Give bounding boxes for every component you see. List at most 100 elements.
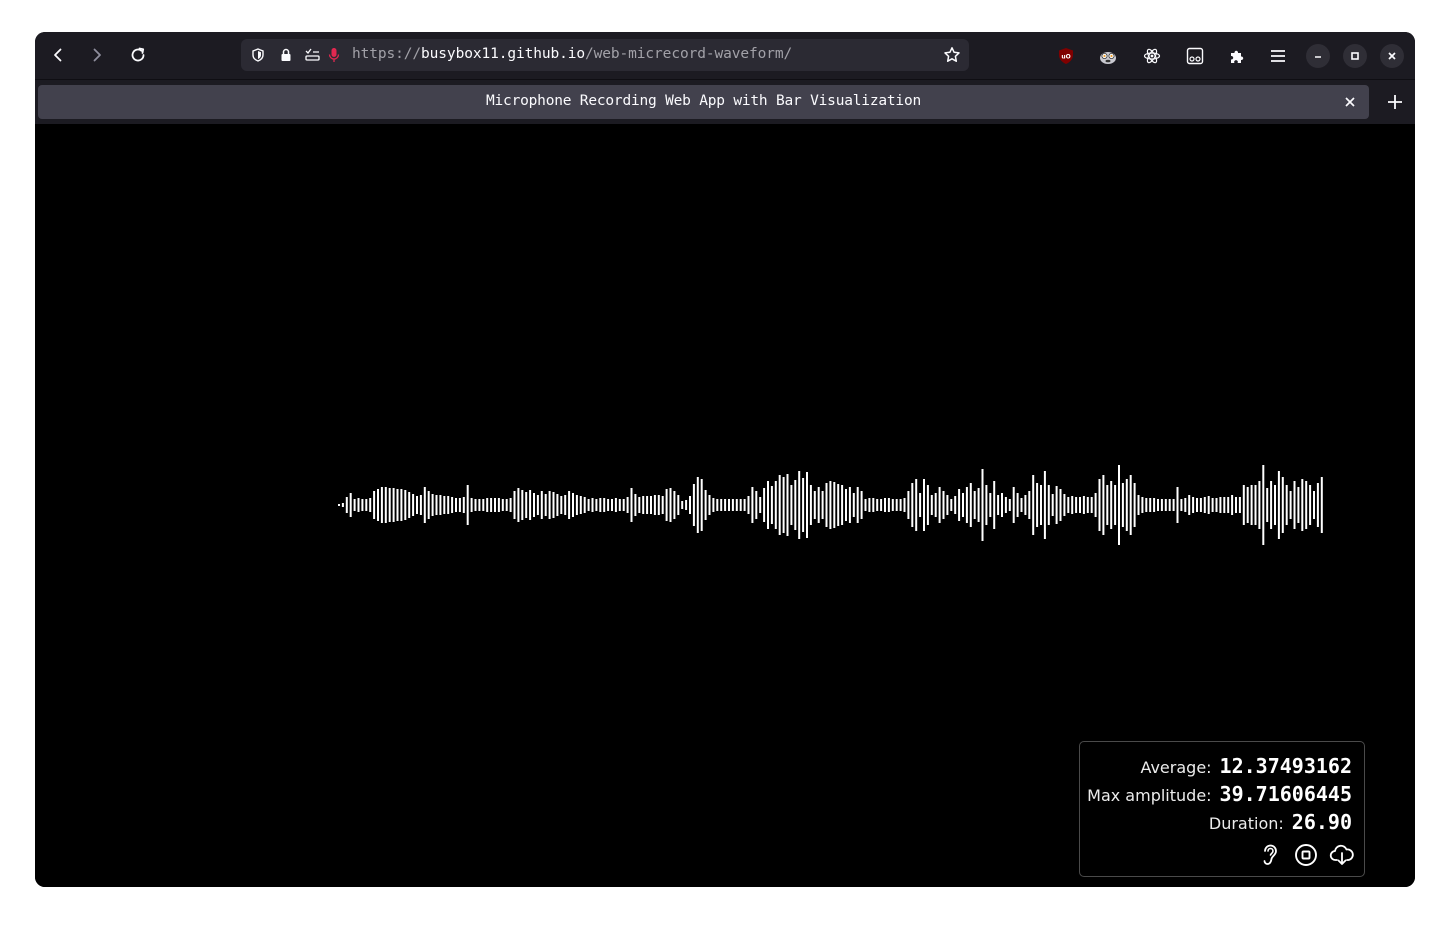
waveform-bar xyxy=(1168,499,1171,511)
tab-active[interactable]: Microphone Recording Web App with Bar Vi… xyxy=(38,85,1369,119)
waveform-bar xyxy=(946,495,949,515)
waveform-bar xyxy=(1316,483,1319,527)
permissions-icon[interactable] xyxy=(305,47,321,63)
waveform-bar xyxy=(938,487,941,523)
tab-close-icon[interactable] xyxy=(1341,93,1359,111)
waveform-bar xyxy=(708,495,711,515)
puzzle-extensions-icon[interactable] xyxy=(1225,44,1249,68)
waveform-bar xyxy=(338,504,340,506)
back-button[interactable] xyxy=(43,40,73,70)
waveform-bar xyxy=(700,479,703,531)
waveform-bar xyxy=(993,481,996,529)
duration-row: Duration: 26.90 xyxy=(1209,810,1352,834)
minimize-icon xyxy=(1315,56,1321,58)
waveform-bar xyxy=(1129,475,1132,535)
close-window-button[interactable] xyxy=(1380,44,1404,68)
waveform-bar xyxy=(856,487,859,523)
waveform-bar xyxy=(1180,499,1183,511)
waveform-bar xyxy=(564,495,567,515)
waveform-bar xyxy=(1024,495,1027,515)
waveform-bar xyxy=(482,499,485,511)
tracking-protection-icon[interactable] xyxy=(250,47,266,63)
waveform-bar xyxy=(786,474,789,536)
waveform-bar xyxy=(1036,483,1039,527)
waveform-bar xyxy=(919,493,922,517)
waveform-bar xyxy=(1059,489,1062,521)
stop-button[interactable] xyxy=(1293,842,1319,868)
waveform-bar xyxy=(852,493,855,517)
waveform-bar xyxy=(1199,498,1202,512)
waveform-bar xyxy=(439,495,442,515)
waveform-bar xyxy=(1320,477,1323,533)
waveform-bar xyxy=(876,499,879,511)
waveform-bar xyxy=(365,499,368,511)
waveform-bar xyxy=(1102,475,1105,535)
waveform-bar xyxy=(622,499,625,511)
lock-icon[interactable] xyxy=(278,47,294,63)
download-button[interactable] xyxy=(1329,842,1355,868)
waveform-bar xyxy=(1094,493,1097,517)
waveform-bar xyxy=(1145,498,1148,512)
arrow-left-icon xyxy=(54,48,62,62)
url-bar[interactable]: https://busybox11.github.io/web-micrecor… xyxy=(241,39,969,71)
waveform-bar xyxy=(724,499,727,511)
waveform-bar xyxy=(408,492,411,518)
waveform-bar xyxy=(638,497,641,513)
waveform-bar xyxy=(392,488,395,522)
waveform-bar xyxy=(423,487,426,523)
waveform-bar xyxy=(614,498,617,512)
forward-button[interactable] xyxy=(82,40,112,70)
waveform-bar xyxy=(653,495,656,515)
listen-button[interactable] xyxy=(1257,842,1283,868)
waveform-bar xyxy=(587,499,590,511)
waveform-bar xyxy=(806,472,808,538)
waveform-bar xyxy=(568,491,571,519)
waveform-bar xyxy=(782,477,785,533)
waveform-bar xyxy=(1020,498,1023,512)
waveform-bar xyxy=(1285,485,1288,525)
ublock-origin-icon[interactable]: uO xyxy=(1054,44,1078,68)
waveform-bar xyxy=(739,499,742,511)
waveform-bar xyxy=(704,490,707,520)
waveform-bar xyxy=(384,487,387,523)
url-text[interactable]: https://busybox11.github.io/web-micrecor… xyxy=(352,46,792,62)
new-tab-plus-icon[interactable] xyxy=(1385,92,1405,112)
reload-button[interactable] xyxy=(123,40,153,70)
bookmark-star-icon[interactable] xyxy=(943,46,961,64)
waveform-bar xyxy=(1254,485,1257,525)
average-row: Average: 12.37493162 xyxy=(1140,754,1352,778)
waveform-bar xyxy=(720,499,723,511)
waveform-bar xyxy=(595,499,598,511)
privacy-badger-icon[interactable] xyxy=(1096,44,1120,68)
waveform-bar xyxy=(755,491,758,519)
maximize-button[interactable] xyxy=(1343,44,1367,68)
waveform-bar xyxy=(572,493,574,517)
waveform-bar xyxy=(731,499,734,511)
waveform-bar xyxy=(997,495,1000,515)
waveform-bar xyxy=(607,499,610,511)
waveform-bar xyxy=(1192,497,1195,513)
waveform-bar xyxy=(817,487,820,523)
page-content: Average: 12.37493162 Max amplitude: 39.7… xyxy=(35,124,1415,887)
waveform-bar xyxy=(341,503,344,507)
minimize-button[interactable] xyxy=(1306,44,1330,68)
react-devtools-icon[interactable] xyxy=(1140,44,1164,68)
waveform-bar xyxy=(455,498,457,512)
microphone-icon[interactable] xyxy=(326,47,342,63)
waveform-bar xyxy=(1082,496,1085,514)
waveform-bar xyxy=(404,490,407,520)
stop-icon xyxy=(1295,844,1317,866)
waveform-bar xyxy=(412,494,415,516)
waveform-bar xyxy=(1063,494,1066,516)
hamburger-menu-icon[interactable] xyxy=(1266,44,1290,68)
container-icon[interactable] xyxy=(1183,44,1207,68)
waveform-bar xyxy=(1106,485,1109,525)
waveform-bar xyxy=(1277,471,1280,539)
waveform-bar xyxy=(1118,465,1120,545)
waveform-bar xyxy=(1309,485,1312,525)
waveform-bar xyxy=(1196,498,1198,512)
waveform-bar xyxy=(1184,498,1187,512)
waveform-bar xyxy=(1231,495,1234,515)
waveform-bar xyxy=(474,499,477,511)
waveform-bar xyxy=(1172,499,1175,511)
